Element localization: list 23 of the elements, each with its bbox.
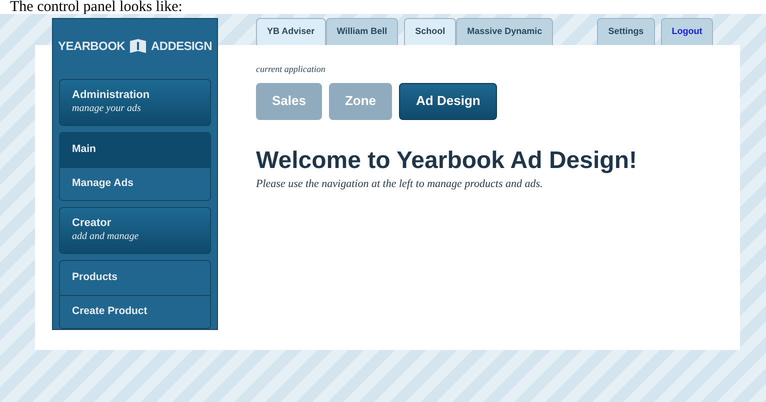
section-subtitle: manage your ads [72,103,142,116]
page-heading: Welcome to Yearbook Ad Design! [256,146,638,176]
tab[interactable]: Settings [597,18,655,45]
intro-text: Please use the navigation at the left to manage products and ads. [256,176,544,192]
tab[interactable]: Massive Dynamic [456,18,554,45]
logo-text: YEARBOOK [58,38,125,55]
section-title: Creator [72,217,112,232]
logout-link[interactable]: Logout [660,18,714,45]
nav-item[interactable]: Main [60,133,210,167]
section-subtitle: add and manage [72,231,140,244]
nav-item[interactable]: Create Product [60,294,210,328]
section-title: Administration [72,89,151,104]
section-header[interactable]: Creator add and manage [59,207,211,254]
caption: The control panel looks like: [9,0,184,14]
tab[interactable]: School [404,18,456,45]
tab[interactable]: William Bell [326,18,398,45]
tab[interactable]: YB Adviser [256,18,326,45]
section-header[interactable]: Administration manage your ads [59,79,211,126]
application-label: current application [256,63,326,76]
logo-text: ADDESIGN [151,38,212,55]
application-button[interactable]: Ad Design [399,82,498,120]
nav-item[interactable]: Manage Ads [60,166,210,200]
book-icon [129,38,147,54]
